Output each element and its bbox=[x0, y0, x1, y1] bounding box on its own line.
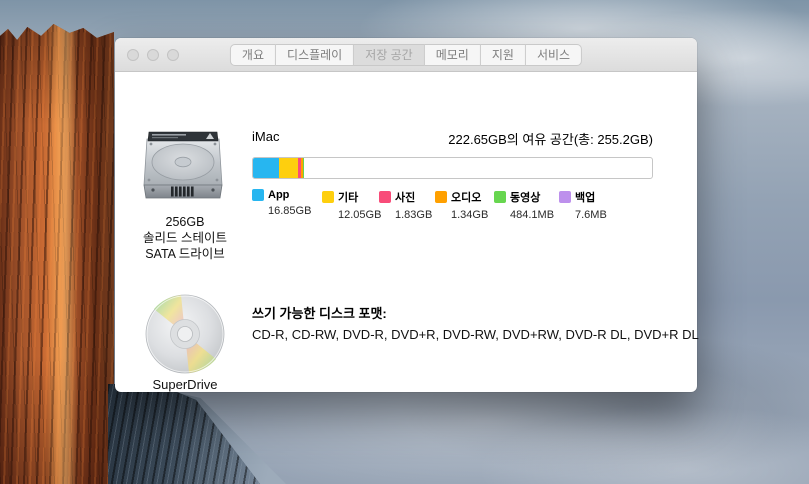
legend-swatch-사진 bbox=[379, 191, 391, 203]
legend-item-백업: 백업 7.6MB bbox=[559, 189, 607, 221]
free-space-text: 222.65GB의 여유 공간(총: 255.2GB) bbox=[448, 129, 653, 148]
legend-swatch-오디오 bbox=[435, 191, 447, 203]
tab-서비스[interactable]: 서비스 bbox=[526, 44, 582, 66]
ssd-label-line: SATA 드라이브 bbox=[115, 246, 255, 262]
ssd-label-line: 솔리드 스테이트 bbox=[115, 230, 255, 246]
legend-name: 백업 bbox=[575, 189, 595, 205]
close-button[interactable] bbox=[127, 49, 139, 61]
legend-value: 484.1MB bbox=[510, 209, 559, 221]
superdrive-icon bbox=[141, 293, 229, 382]
zoom-button[interactable] bbox=[167, 49, 179, 61]
legend-value: 1.34GB bbox=[451, 209, 494, 221]
bar-segment-기타 bbox=[279, 158, 298, 178]
legend-item-기타: 기타 12.05GB bbox=[322, 189, 379, 221]
ssd-label-line: 256GB bbox=[115, 214, 255, 230]
legend-item-App: App 16.85GB bbox=[252, 189, 322, 221]
tab-메모리[interactable]: 메모리 bbox=[425, 44, 481, 66]
legend-name: 오디오 bbox=[451, 189, 481, 205]
storage-panel: 256GB솔리드 스테이트SATA 드라이브 bbox=[115, 73, 697, 392]
desktop-background: 개요디스플레이저장 공간메모리지원서비스 bbox=[0, 0, 809, 484]
legend-swatch-백업 bbox=[559, 191, 571, 203]
titlebar: 개요디스플레이저장 공간메모리지원서비스 bbox=[115, 38, 697, 72]
storage-usage-bar bbox=[252, 157, 653, 179]
tab-저장 공간[interactable]: 저장 공간 bbox=[354, 44, 425, 66]
writable-formats-title: 쓰기 가능한 디스크 포맷: bbox=[252, 303, 387, 322]
legend-value: 12.05GB bbox=[338, 209, 379, 221]
legend-name: 기타 bbox=[338, 189, 358, 205]
legend-name: 동영상 bbox=[510, 189, 540, 205]
hard-drive-icon bbox=[142, 128, 224, 207]
legend-value: 16.85GB bbox=[268, 205, 322, 217]
bar-segment-동영상 bbox=[303, 158, 304, 178]
legend-swatch-기타 bbox=[322, 191, 334, 203]
legend-name: App bbox=[268, 189, 289, 201]
granite-slope-dark bbox=[108, 384, 260, 484]
device-name: iMac bbox=[252, 129, 279, 148]
writable-formats-list: CD-R, CD-RW, DVD-R, DVD+R, DVD-RW, DVD+R… bbox=[252, 327, 699, 342]
ssd-drive-label: 256GB솔리드 스테이트SATA 드라이브 bbox=[115, 214, 255, 262]
legend-name: 사진 bbox=[395, 189, 415, 205]
legend-swatch-App bbox=[252, 189, 264, 201]
tab-개요[interactable]: 개요 bbox=[230, 44, 276, 66]
legend-item-오디오: 오디오 1.34GB bbox=[435, 189, 494, 221]
about-this-mac-window: 개요디스플레이저장 공간메모리지원서비스 bbox=[115, 38, 697, 392]
legend-item-동영상: 동영상 484.1MB bbox=[494, 189, 559, 221]
legend-swatch-동영상 bbox=[494, 191, 506, 203]
legend-value: 7.6MB bbox=[575, 209, 607, 221]
el-capitan-cliff bbox=[0, 24, 114, 484]
storage-legend: App 16.85GB 기타 12.05GB 사진 1.83GB 오디오 1.34GB 동영상 4… bbox=[252, 189, 607, 221]
tab-bar: 개요디스플레이저장 공간메모리지원서비스 bbox=[230, 44, 582, 66]
tab-디스플레이[interactable]: 디스플레이 bbox=[276, 44, 354, 66]
window-controls bbox=[127, 49, 179, 61]
legend-value: 1.83GB bbox=[395, 209, 435, 221]
bar-segment-App bbox=[253, 158, 279, 178]
superdrive-label: SuperDrive bbox=[115, 377, 255, 392]
legend-item-사진: 사진 1.83GB bbox=[379, 189, 435, 221]
tab-지원[interactable]: 지원 bbox=[481, 44, 526, 66]
minimize-button[interactable] bbox=[147, 49, 159, 61]
